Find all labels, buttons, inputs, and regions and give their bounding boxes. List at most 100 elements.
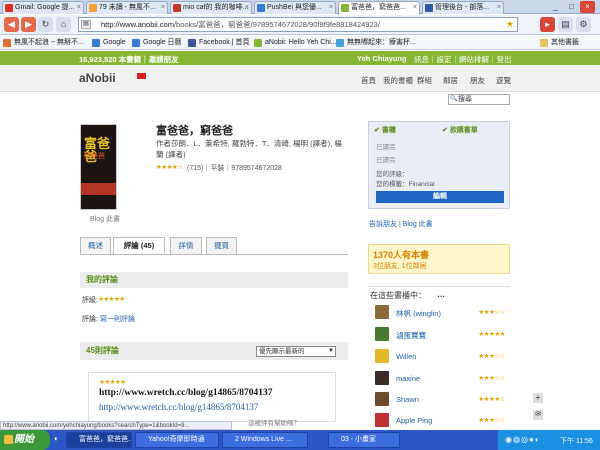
shelf-checkbox[interactable]: ✔ 書櫃 xyxy=(374,125,396,135)
owner-stars: ★★★☆☆ xyxy=(478,309,505,316)
bookmark-item[interactable]: 無無嘟起來：療害杯... xyxy=(336,37,416,49)
close-icon[interactable]: × xyxy=(329,2,333,13)
bookmark-star-icon[interactable]: ★ xyxy=(506,19,514,30)
review-stars: ★★★★★ xyxy=(99,379,126,386)
maximize-icon[interactable]: □ xyxy=(564,1,579,13)
search-icon[interactable]: 🔍 xyxy=(450,95,457,102)
page-menu-icon[interactable]: ▤ xyxy=(558,17,573,32)
plus-icon[interactable]: + xyxy=(533,393,543,403)
owner-stars: ★★★☆☆ xyxy=(478,375,505,382)
taskbar-item[interactable]: 03 - 小畫家 xyxy=(328,432,400,448)
feedback-icon[interactable]: ✉ xyxy=(533,410,543,420)
owner-name[interactable]: 林帆 (winglin) xyxy=(396,308,441,319)
toolbar-extension-icon[interactable]: ▸ xyxy=(540,17,555,32)
rating-label: 評級: xyxy=(82,297,98,304)
owner-row[interactable]: Apple Ping ★★★☆☆ xyxy=(375,413,515,428)
avatar xyxy=(375,392,389,406)
sort-select[interactable]: 優先顯示最新的 ▼ xyxy=(256,346,336,357)
avatar xyxy=(375,349,389,363)
tab-label: Gmail: Google 提... xyxy=(15,4,75,11)
share-links[interactable]: 告訴朋友 | Blog 此書 xyxy=(369,219,433,229)
owner-stars: ★★★★★ xyxy=(478,331,505,338)
my-review-heading: 我的評論 xyxy=(80,272,348,288)
close-icon[interactable]: × xyxy=(497,2,501,13)
other-bookmarks[interactable]: 其他書籤 xyxy=(540,37,579,49)
edit-button[interactable]: 編輯 xyxy=(376,191,504,203)
tab-buy[interactable]: 擺買 xyxy=(206,237,237,254)
bookmark-item[interactable]: Google xyxy=(92,37,126,49)
owner-row[interactable]: 滷蛋寶寶 ★★★★★ xyxy=(375,327,515,342)
tab-reviews[interactable]: 評論 (45) xyxy=(113,237,165,254)
book-counter[interactable]: 16,923,520 本書籍｜邀請朋友 xyxy=(79,54,179,65)
owner-row[interactable]: 林帆 (winglin) ★★★☆☆ xyxy=(375,305,515,320)
tab-overview[interactable]: 概述 xyxy=(80,237,111,254)
owner-name[interactable]: Shawn xyxy=(396,395,419,404)
window-close-icon[interactable]: × xyxy=(580,1,595,13)
owner-row[interactable]: Willen ★★★☆☆ xyxy=(375,349,515,364)
username[interactable]: Yeh Chiayung xyxy=(357,54,407,63)
nav-home[interactable]: 首頁 xyxy=(361,75,376,86)
owner-row[interactable]: maxine ★★★☆☆ xyxy=(375,371,515,386)
owner-name[interactable]: maxine xyxy=(396,374,420,383)
close-icon[interactable]: × xyxy=(77,2,81,13)
tab-divider xyxy=(80,254,348,255)
browser-tab[interactable]: mio caf的 我的咖啡... × xyxy=(170,1,252,14)
more-icon[interactable]: … xyxy=(437,290,445,299)
nav-groups[interactable]: 群組 xyxy=(417,75,432,86)
helpful-prompt[interactable]: 這被評有幫助嗎？ xyxy=(248,417,300,427)
tab-details[interactable]: 詳情 xyxy=(170,237,202,254)
clock: 下午 11:56 xyxy=(560,438,593,445)
reload-icon[interactable]: ↻ xyxy=(38,17,53,32)
bookmark-item[interactable]: aNobii: Hello Yeh Chi... xyxy=(254,37,337,49)
tab-label: mio caf的 我的咖啡... xyxy=(183,4,249,11)
bookmark-item[interactable]: Facebook | 首頁 xyxy=(188,37,249,49)
bookmark-label: 無風不起浪 ~ 無掰不... xyxy=(14,39,84,46)
user-links[interactable]: 訊息｜設定｜網站排解｜登出 xyxy=(414,54,512,65)
avatar xyxy=(375,327,389,341)
taskbar-item[interactable]: 富爸爸，窮爸爸... xyxy=(66,432,132,448)
nav-my-shelf[interactable]: 我的書櫃 xyxy=(383,75,413,86)
bookmark-item[interactable]: 無風不起浪 ~ 無掰不... xyxy=(3,37,84,49)
nav-neighbors[interactable]: 鄰居 xyxy=(443,75,458,86)
close-icon[interactable]: × xyxy=(161,2,165,13)
read-status: 已讀完 xyxy=(376,144,396,151)
taskbar-item[interactable]: Yahoo!奇摩即時通 xyxy=(135,432,219,448)
blog-book-link[interactable]: Blog 此書 xyxy=(90,214,120,224)
home-icon[interactable]: ⌂ xyxy=(56,17,71,32)
flag-icon[interactable] xyxy=(137,73,146,79)
minimize-icon[interactable]: _ xyxy=(548,1,563,13)
browser-tab-active[interactable]: 富爸爸，窮爸爸... × xyxy=(338,1,420,15)
facebook-icon xyxy=(188,39,196,47)
review-link[interactable]: http://www.wretch.cc/blog/g14865/8704137 xyxy=(99,402,258,412)
site-logo[interactable]: aNobii xyxy=(79,71,116,85)
wrench-icon[interactable]: ⚙ xyxy=(576,17,591,32)
bookmark-label: Facebook | 首頁 xyxy=(199,39,250,46)
book-authors[interactable]: 作者莎朗．L．萊希特, 羅勃特．T．清崎, 楊明 (譯者), 楊蘭 (譯者) xyxy=(156,138,346,160)
browser-tab[interactable]: Gmail: Google 提... × xyxy=(2,1,84,14)
owners-count[interactable]: 1370人有本書 xyxy=(373,248,429,261)
quick-launch-icon[interactable]: ◐ xyxy=(54,434,59,443)
browser-tab[interactable]: 管理後台 - 部落... × xyxy=(422,1,504,14)
wishlist-checkbox[interactable]: ✔ 欲購書單 xyxy=(442,125,478,135)
browser-tab[interactable]: 79 未讀 - 無風不... × xyxy=(86,1,168,14)
back-icon[interactable]: ◀ xyxy=(4,17,19,32)
read-status-2: 已讀完 xyxy=(376,157,396,164)
nav-browse[interactable]: 遊覽 xyxy=(496,75,511,86)
my-rating-stars[interactable]: ★★★★★ xyxy=(98,295,125,303)
forward-icon[interactable]: ▶ xyxy=(21,17,36,32)
close-icon[interactable]: × xyxy=(245,2,249,13)
tray-icons[interactable]: ◉◍◎●◐ xyxy=(505,435,541,444)
book-cover[interactable]: 富爸爸 窮爸爸 xyxy=(80,124,117,210)
write-review-link[interactable]: 寫一則評論 xyxy=(100,314,135,324)
taskbar-item[interactable]: 2 Windows Live ... xyxy=(222,432,308,448)
owners-sub[interactable]: 3位朋友, 1位鄰居 xyxy=(373,261,427,271)
bookmark-item[interactable]: Google 日曆 xyxy=(132,37,182,49)
nav-friends[interactable]: 朋友 xyxy=(470,75,485,86)
owner-name[interactable]: Apple Ping xyxy=(396,416,432,425)
owner-name[interactable]: Willen xyxy=(396,352,416,361)
owner-name[interactable]: 滷蛋寶寶 xyxy=(396,330,426,341)
browser-tab[interactable]: PushBei 與您優... × xyxy=(254,1,336,14)
address-bar[interactable]: http://www.anobii.com/books/富爸爸，窮爸爸/9789… xyxy=(78,17,518,32)
owner-row[interactable]: Shawn ★★★★☆ xyxy=(375,392,515,407)
close-icon[interactable]: × xyxy=(413,2,417,13)
